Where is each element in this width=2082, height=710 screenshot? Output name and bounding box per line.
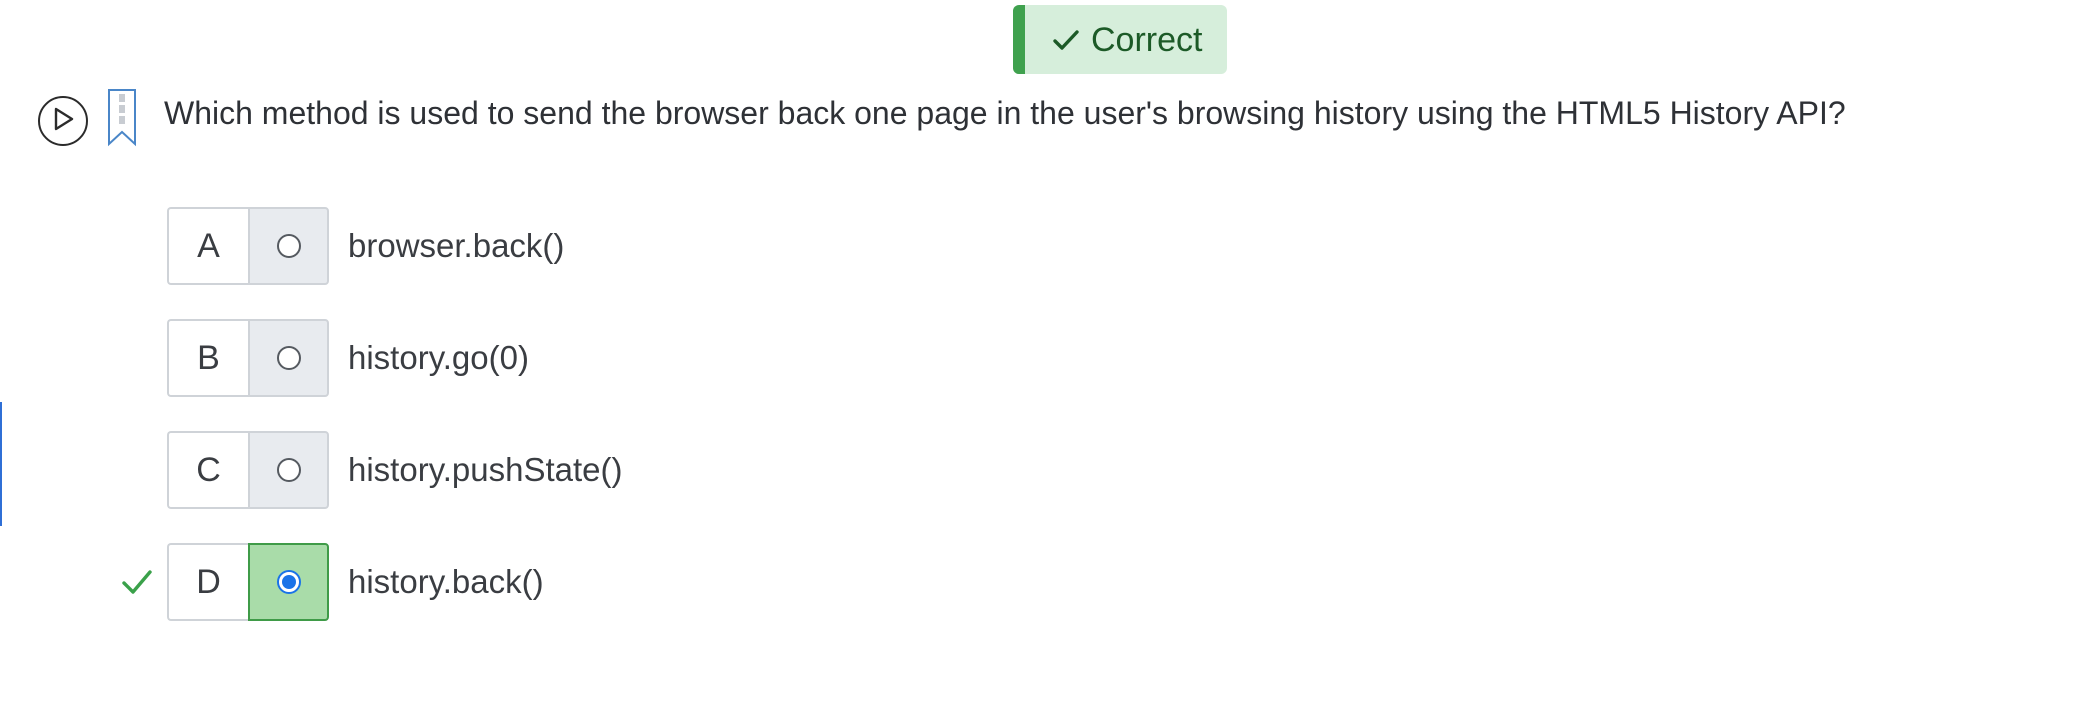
option-c[interactable]: C history.pushState() [167, 431, 623, 509]
option-text: history.pushState() [348, 451, 623, 488]
quiz-page: Correct Which method is used to send the… [0, 0, 2082, 710]
check-icon [1049, 23, 1083, 57]
option-letter: A [167, 207, 248, 285]
radio-button-checked[interactable] [276, 570, 301, 594]
feedback-accent-bar [1013, 5, 1025, 74]
feedback-banner: Correct [1013, 5, 1227, 74]
left-edge-indicator [0, 402, 2, 526]
option-d[interactable]: D history.back() [167, 543, 544, 621]
option-letter: C [167, 431, 248, 509]
option-radio-box[interactable] [248, 319, 329, 397]
option-radio-box[interactable] [248, 431, 329, 509]
option-a[interactable]: A browser.back() [167, 207, 564, 285]
option-radio-box-selected[interactable] [248, 543, 329, 621]
play-audio-button[interactable] [38, 96, 88, 146]
question-row: Which method is used to send the browser… [38, 82, 1846, 146]
bookmark-icon [106, 88, 138, 153]
option-radio-box[interactable] [248, 207, 329, 285]
radio-button[interactable] [276, 346, 301, 370]
feedback-status-text: Correct [1091, 20, 1203, 59]
option-text: browser.back() [348, 227, 565, 264]
correct-answer-check-icon [120, 565, 154, 599]
play-icon [51, 106, 75, 137]
question-text: Which method is used to send the browser… [164, 94, 1846, 131]
option-text: history.back() [348, 563, 544, 600]
option-letter: D [167, 543, 248, 621]
option-b[interactable]: B history.go(0) [167, 319, 529, 397]
bookmark-button[interactable] [104, 88, 140, 153]
option-text: history.go(0) [348, 339, 529, 376]
option-letter: B [167, 319, 248, 397]
radio-button[interactable] [276, 234, 301, 258]
radio-button[interactable] [276, 458, 301, 482]
